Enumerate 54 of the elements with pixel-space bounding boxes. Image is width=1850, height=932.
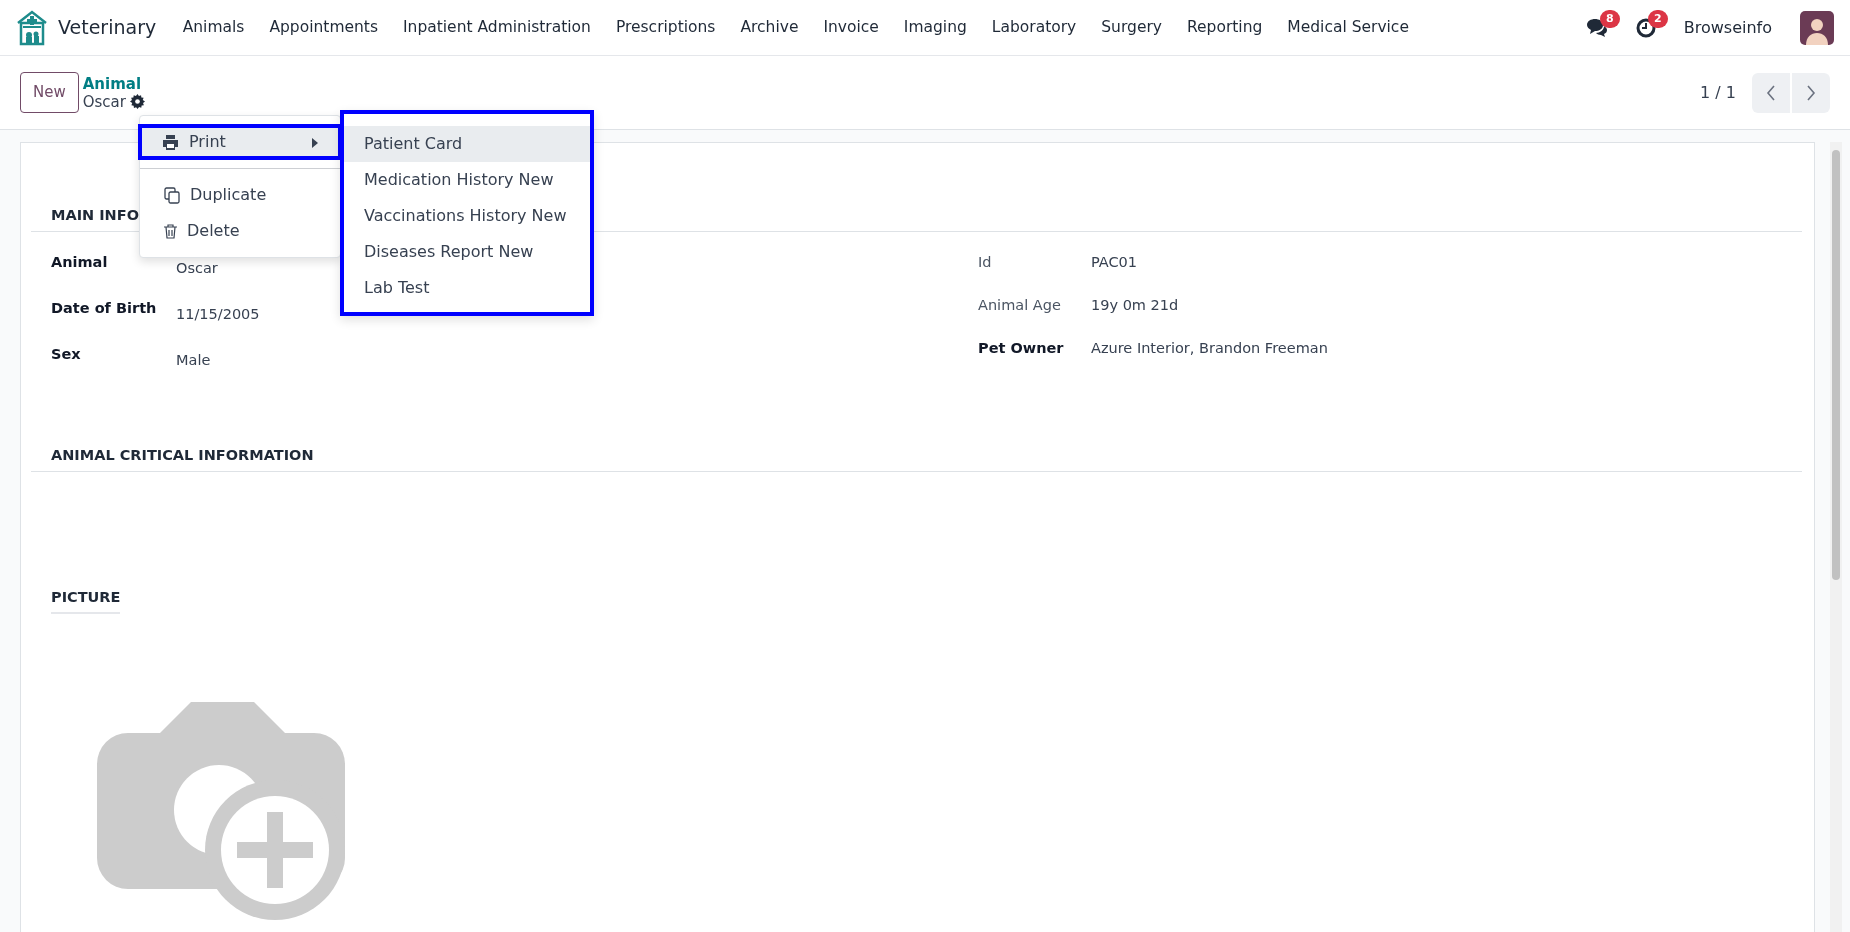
field-value: Azure Interior, Brandon Freeman	[1091, 338, 1328, 358]
menu-item[interactable]: Laboratory	[979, 15, 1089, 40]
field-value: PAC01	[1091, 252, 1138, 272]
field-value: 19y 0m 21d	[1091, 295, 1179, 315]
scrollbar[interactable]	[1830, 142, 1842, 932]
field-label: Sex	[51, 344, 82, 364]
caret-right-icon	[312, 137, 318, 148]
menu-item[interactable]: Medical Service	[1274, 15, 1422, 40]
field-value: Male	[176, 350, 211, 370]
user-name[interactable]: Browseinfo	[1683, 15, 1772, 40]
menu-item[interactable]: Animals	[170, 15, 257, 40]
field-value: 11/15/2005	[176, 304, 260, 324]
menu-item[interactable]: Print	[138, 124, 342, 160]
chat-icon[interactable]	[1585, 17, 1608, 38]
menu-item[interactable]: Invoice	[810, 15, 892, 40]
section-heading: MAIN INFO	[51, 207, 139, 223]
menu-item[interactable]: Duplicate	[140, 177, 340, 213]
menu-item[interactable]: Imaging	[891, 15, 980, 40]
activity-count: 2	[1648, 9, 1668, 29]
clinic-logo-icon[interactable]	[16, 9, 48, 46]
menu-item[interactable]: Archive	[727, 15, 811, 40]
record-name: Oscar	[82, 92, 126, 111]
field-value: Oscar	[176, 258, 218, 278]
chevron-right-icon	[1806, 84, 1816, 101]
menu-item[interactable]: Medication History New	[344, 162, 590, 198]
field-label: Id	[978, 252, 993, 272]
copy-icon	[164, 186, 180, 204]
app-title[interactable]: Veterinary	[58, 13, 157, 42]
section-heading: PICTURE	[51, 586, 121, 615]
menu-item[interactable]: Inpatient Administration	[390, 15, 604, 40]
breadcrumb-link[interactable]: Animal	[82, 74, 145, 93]
field-label: Pet Owner	[978, 338, 1065, 358]
gear-icon[interactable]	[129, 94, 145, 109]
menu-item[interactable]: Surgery	[1088, 15, 1175, 40]
message-count: 8	[1600, 9, 1620, 29]
new-button[interactable]: New	[20, 72, 79, 113]
menu-item[interactable]: Diseases Report New	[344, 234, 590, 270]
field-label: Animal	[51, 252, 109, 272]
menu-item[interactable]: Patient Card	[344, 126, 590, 162]
menu-item[interactable]: Appointments	[256, 15, 391, 40]
section-heading: ANIMAL CRITICAL INFORMATION	[51, 446, 314, 463]
menu-item[interactable]: Vaccinations History New	[344, 198, 590, 234]
menu-item[interactable]: Reporting	[1174, 15, 1275, 40]
avatar[interactable]	[1800, 10, 1834, 45]
trash-icon	[164, 223, 177, 239]
menu-item[interactable]: Lab Test	[344, 270, 590, 306]
chevron-left-icon	[1766, 84, 1776, 101]
menu-item[interactable]: Prescriptions	[603, 15, 728, 40]
field-label: Date of Birth	[51, 298, 158, 318]
menu-item[interactable]: Delete	[140, 213, 340, 249]
printer-icon	[162, 134, 179, 150]
pager-value: 1 / 1	[1700, 81, 1736, 104]
clock-icon[interactable]	[1635, 17, 1656, 38]
field-label: Animal Age	[978, 295, 1062, 315]
